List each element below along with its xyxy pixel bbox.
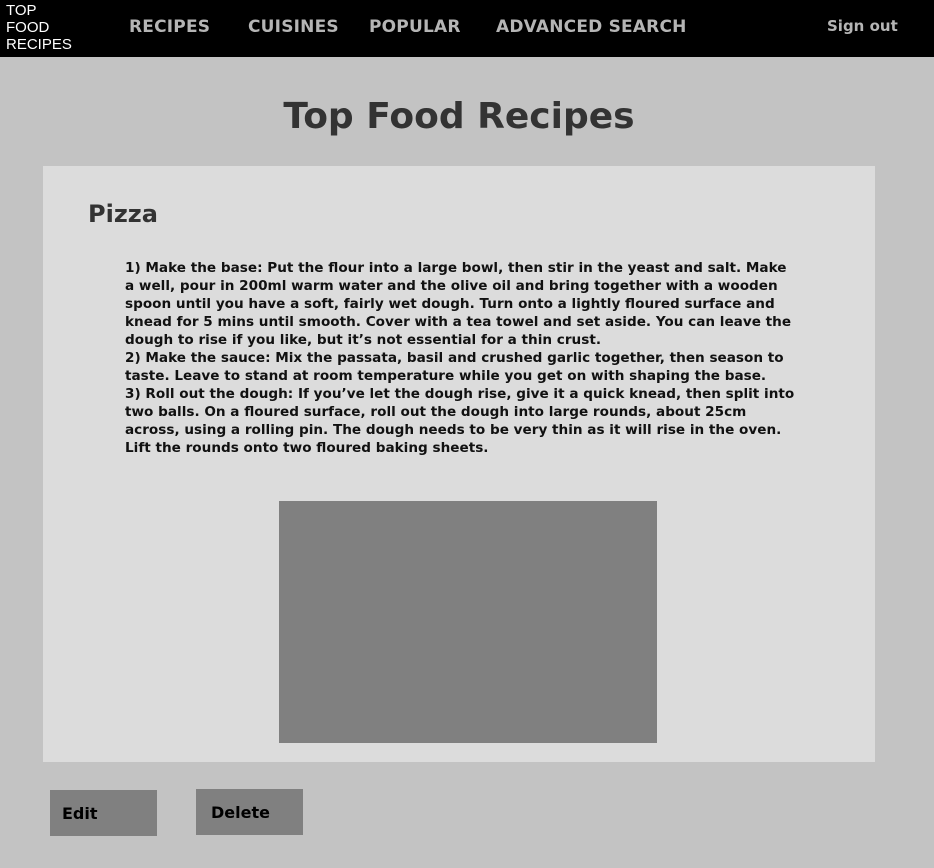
edit-button[interactable]: Edit — [50, 790, 157, 836]
site-logo[interactable]: TOP FOOD RECIPES — [6, 2, 86, 53]
recipe-title: Pizza — [88, 200, 158, 228]
recipe-steps: 1) Make the base: Put the flour into a l… — [125, 259, 797, 457]
edit-button-label: Edit — [62, 804, 98, 823]
recipe-step-1: 1) Make the base: Put the flour into a l… — [125, 260, 792, 348]
nav-advanced-search[interactable]: ADVANCED SEARCH — [496, 17, 687, 37]
logo-line-2: FOOD — [6, 19, 50, 36]
recipe-card: Pizza 1) Make the base: Put the flour in… — [43, 166, 875, 762]
recipe-step-3: 3) Roll out the dough: If you’ve let the… — [125, 386, 795, 456]
sign-out-link[interactable]: Sign out — [827, 17, 898, 35]
top-navigation-bar: TOP FOOD RECIPES RECIPES CUISINES POPULA… — [0, 0, 934, 57]
recipe-image-placeholder — [279, 501, 657, 743]
nav-recipes[interactable]: RECIPES — [129, 17, 210, 37]
delete-button[interactable]: Delete — [196, 789, 303, 835]
logo-line-1: TOP — [6, 2, 37, 19]
logo-line-3: RECIPES — [6, 36, 72, 53]
nav-popular[interactable]: POPULAR — [369, 17, 461, 37]
delete-button-label: Delete — [211, 803, 270, 822]
nav-cuisines[interactable]: CUISINES — [248, 17, 339, 37]
recipe-step-2: 2) Make the sauce: Mix the passata, basi… — [125, 350, 784, 384]
page-title: Top Food Recipes — [283, 96, 635, 137]
